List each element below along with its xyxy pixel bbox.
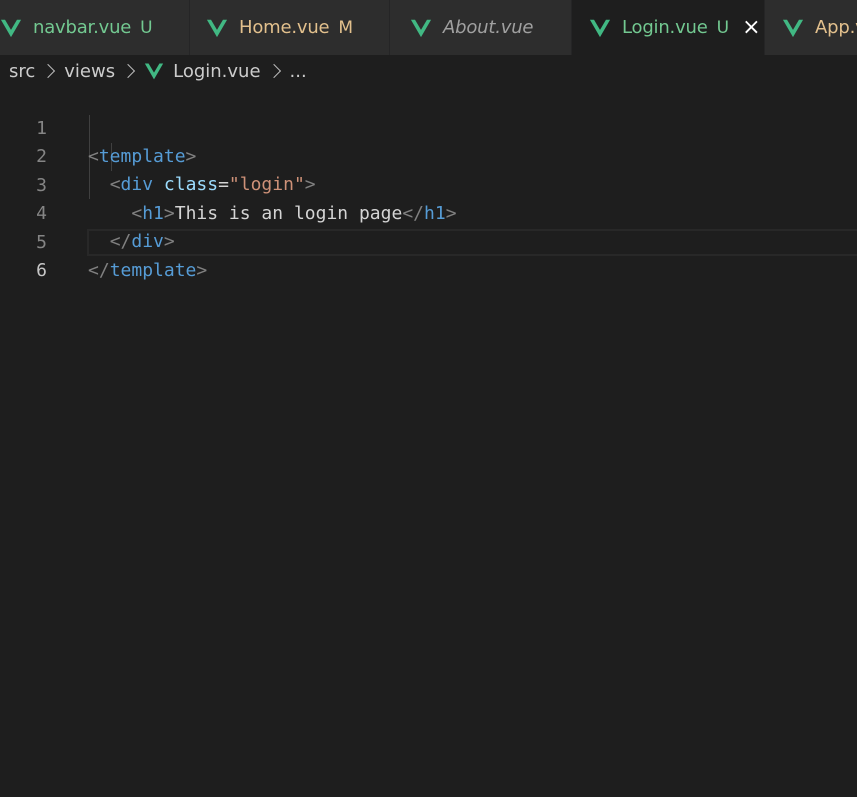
code-line: 3 <h1>This is an login page</h1> [0,144,857,224]
vue-icon [144,63,164,80]
code-line: 4 </div> [0,172,857,252]
tab-app-vue[interactable]: App.vue [765,0,857,55]
vue-icon [206,19,228,37]
chevron-right-icon [266,63,281,79]
breadcrumb: src views Login.vue ... [0,55,857,87]
breadcrumb-item-symbols[interactable]: ... [290,61,307,82]
vue-icon [589,19,611,37]
tab-label: navbar.vue [33,17,132,38]
tab-label: App.vue [815,17,857,38]
vue-icon [782,19,804,37]
tab-about-vue[interactable]: About.vue [390,0,572,55]
code-editor[interactable]: 1 <template> 2 <div class="login"> 3 <h1… [0,87,857,797]
tab-navbar-vue[interactable]: navbar.vue U [0,0,190,55]
vue-icon [410,19,432,37]
breadcrumb-item-src[interactable]: src [9,61,35,82]
git-status-badge: U [140,17,153,38]
code-line: 6 [0,229,857,281]
code-line: 1 <template> [0,87,857,167]
vue-icon [0,19,22,37]
code-line: 2 <div class="login"> [0,115,857,195]
close-icon[interactable]: × [742,16,760,39]
chevron-right-icon [121,63,136,79]
code-text: </template> [88,260,208,281]
breadcrumb-item-views[interactable]: views [64,61,115,82]
tab-label: Home.vue [239,17,330,38]
tab-label: Login.vue [622,17,708,38]
tab-home-vue[interactable]: Home.vue M [190,0,390,55]
breadcrumb-item-file[interactable]: Login.vue [173,61,260,82]
tab-label: About.vue [443,17,534,38]
git-status-badge: U [716,17,730,38]
editor-tab-bar: navbar.vue U Home.vue M About.vue Login.… [0,0,857,55]
chevron-right-icon [41,63,56,79]
tab-login-vue[interactable]: Login.vue U × [572,0,765,55]
code-line: 5 </template> [0,201,857,281]
git-status-badge: M [338,17,354,38]
line-number: 6 [36,260,47,281]
